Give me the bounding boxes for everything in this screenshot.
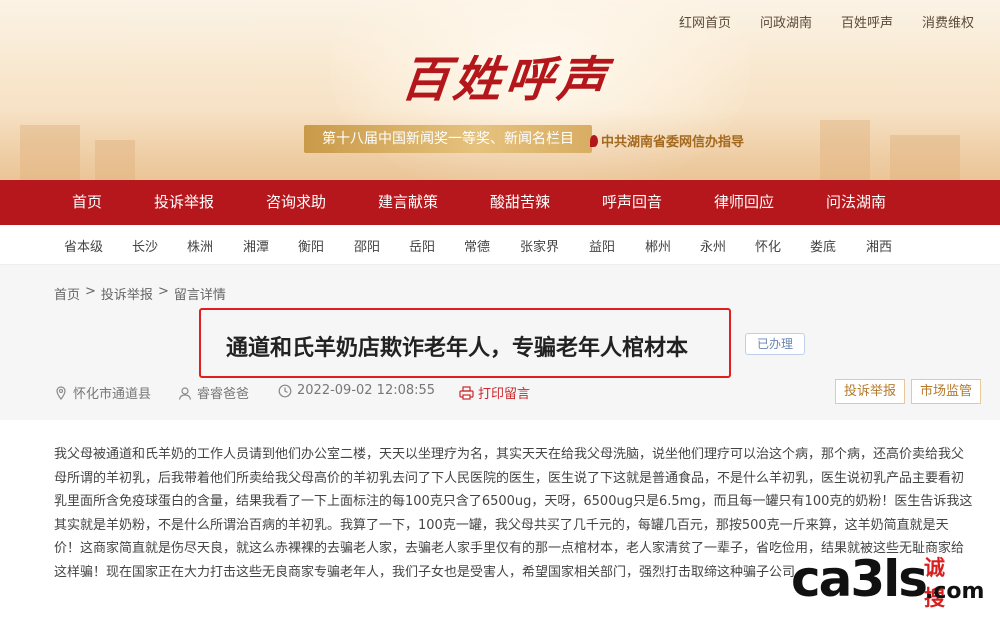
site-logo[interactable]: 百姓呼声 — [398, 40, 613, 110]
location-text: 怀化市通道县 — [73, 387, 152, 402]
region-nav: 省本级 长沙 株洲 湘潭 衡阳 邵阳 岳阳 常德 张家界 益阳 郴州 永州 怀化… — [0, 225, 1000, 265]
region-item[interactable]: 岳阳 — [409, 236, 435, 255]
region-item[interactable]: 娄底 — [810, 236, 836, 255]
post-location: 怀化市通道县 — [54, 383, 151, 402]
main-nav-lawyer[interactable]: 律师回应 — [714, 180, 774, 225]
region-item[interactable]: 益阳 — [589, 236, 615, 255]
region-item[interactable]: 衡阳 — [298, 236, 324, 255]
breadcrumb-separator: > — [157, 284, 169, 299]
user-icon — [178, 386, 192, 400]
printer-icon — [459, 385, 474, 400]
main-nav-life[interactable]: 酸甜苦辣 — [490, 180, 550, 225]
region-item[interactable]: 株洲 — [187, 236, 213, 255]
top-link-ask-hunan[interactable]: 问政湖南 — [760, 12, 812, 31]
print-label: 打印留言 — [478, 387, 531, 402]
region-item[interactable]: 省本级 — [64, 236, 103, 255]
location-pin-icon — [54, 385, 68, 400]
main-nav-consult[interactable]: 咨询求助 — [266, 180, 326, 225]
breadcrumb: 首页 > 投诉举报 > 留言详情 — [54, 284, 226, 303]
region-item[interactable]: 长沙 — [132, 236, 158, 255]
post-title: 通道和氏羊奶店欺诈老年人，专骗老年人棺材本 — [226, 336, 689, 361]
region-item[interactable]: 常德 — [464, 236, 490, 255]
post-author: 睿睿爸爸 — [178, 383, 249, 402]
region-item[interactable]: 怀化 — [755, 236, 781, 255]
guide-text: 中共湖南省委网信办指导 — [590, 131, 744, 150]
header-banner: 红网首页 问政湖南 百姓呼声 消费维权 百姓呼声 第十八届中国新闻奖一等奖、新闻… — [0, 0, 1000, 180]
breadcrumb-current: 留言详情 — [173, 288, 226, 303]
guide-label: 中共湖南省委网信办指导 — [601, 135, 745, 150]
region-item[interactable]: 湘潭 — [243, 236, 269, 255]
breadcrumb-separator: > — [85, 284, 96, 299]
party-emblem-icon — [590, 135, 598, 147]
top-link-consumer-rights[interactable]: 消费维权 — [922, 12, 974, 31]
top-link-rednet-home[interactable]: 红网首页 — [679, 12, 731, 31]
main-nav-suggestion[interactable]: 建言献策 — [378, 180, 438, 225]
region-item[interactable]: 永州 — [700, 236, 726, 255]
clock-icon — [278, 384, 292, 398]
top-link-public-voice[interactable]: 百姓呼声 — [841, 12, 893, 31]
main-nav-law-hunan[interactable]: 问法湖南 — [826, 180, 886, 225]
tag-market-supervision[interactable]: 市场监管 — [911, 379, 982, 404]
main-nav: 首页 投诉举报 咨询求助 建言献策 酸甜苦辣 呼声回音 律师回应 问法湖南 — [0, 180, 1000, 225]
status-badge: 已办理 — [745, 333, 805, 355]
watermark-main: ca3ls — [791, 550, 928, 608]
top-links: 红网首页 问政湖南 百姓呼声 消费维权 — [679, 12, 974, 31]
print-button[interactable]: 打印留言 — [459, 383, 530, 402]
author-name: 睿睿爸爸 — [197, 387, 250, 402]
region-item[interactable]: 邵阳 — [354, 236, 380, 255]
tag-complaint[interactable]: 投诉举报 — [835, 379, 906, 404]
main-nav-feedback[interactable]: 呼声回音 — [602, 180, 662, 225]
region-item[interactable]: 张家界 — [520, 236, 559, 255]
region-item[interactable]: 郴州 — [645, 236, 671, 255]
datetime-text: 2022-09-02 12:08:55 — [297, 383, 436, 398]
breadcrumb-complaint[interactable]: 投诉举报 — [101, 284, 153, 303]
main-nav-complaint[interactable]: 投诉举报 — [154, 180, 214, 225]
post-datetime: 2022-09-02 12:08:55 — [278, 383, 435, 398]
region-item[interactable]: 湘西 — [866, 236, 892, 255]
award-banner: 第十八届中国新闻奖一等奖、新闻名栏目 — [304, 125, 592, 153]
breadcrumb-home[interactable]: 首页 — [54, 284, 80, 303]
site-logo-text: 百姓呼声 — [398, 52, 613, 108]
watermark-com: .com — [925, 579, 985, 604]
main-nav-home[interactable]: 首页 — [72, 180, 102, 225]
